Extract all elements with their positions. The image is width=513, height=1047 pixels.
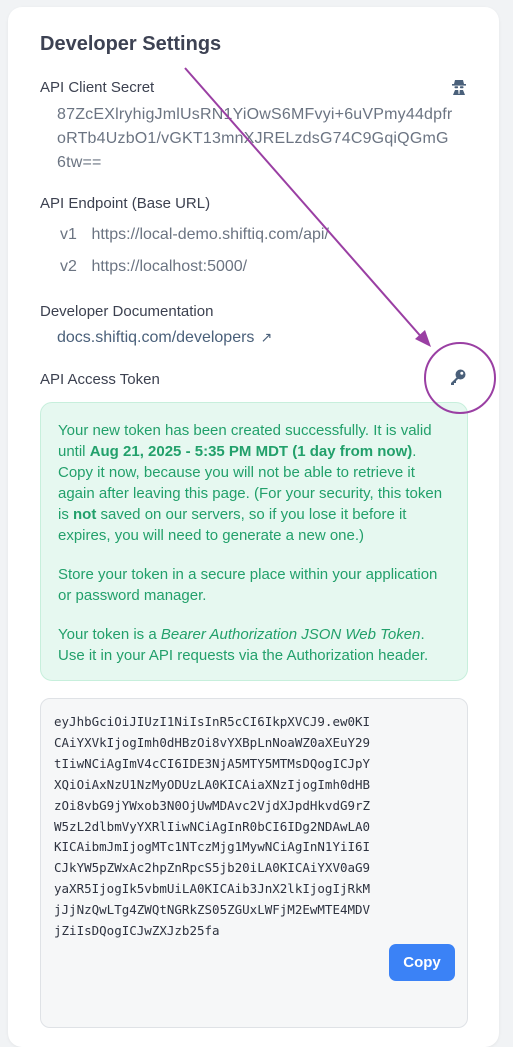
token-store-message: Store your token in a secure place withi… [58, 566, 438, 604]
token-type-message: Your token is a Bearer Authorization JSO… [58, 626, 429, 664]
endpoint-url: https://localhost:5000/ [91, 258, 248, 275]
docs-link-text[interactable]: docs.shiftiq.com/developers [57, 329, 254, 346]
endpoint-url: https://local-demo.shiftiq.com/api/ [91, 226, 329, 243]
token-valid-message: Your new token has been created successf… [58, 422, 443, 544]
docs-link[interactable]: docs.shiftiq.com/developers ↗ [57, 329, 272, 347]
token-label: API Access Token [40, 371, 160, 388]
secret-agent-icon[interactable] [448, 76, 470, 98]
docs-label: Developer Documentation [40, 303, 214, 320]
endpoint-version: v2 [60, 258, 77, 275]
endpoint-row-v2: v2 https://localhost:5000/ [60, 258, 247, 276]
client-secret-label: API Client Secret [40, 79, 155, 96]
token-type: Bearer Authorization JSON Web Token [160, 626, 421, 643]
key-icon[interactable] [447, 366, 469, 388]
endpoint-row-v1: v1 https://local-demo.shiftiq.com/api/ [60, 226, 329, 244]
token-success-alert: Your new token has been created successf… [40, 402, 468, 681]
client-secret-value: 87ZcEXlryhigJmlUsRN1YiOwS6MFvyi+6uVPmy44… [57, 106, 453, 171]
token-value[interactable]: eyJhbGciOiJIUzI1NiIsInR5cCI6IkpXVCJ9.ew0… [54, 712, 376, 942]
token-expiry: Aug 21, 2025 - 5:35 PM MDT (1 day from n… [89, 443, 413, 460]
external-link-icon: ↗ [260, 329, 273, 345]
endpoint-version: v1 [60, 226, 77, 243]
page-title: Developer Settings [40, 33, 222, 55]
copy-token-button[interactable]: Copy [389, 944, 455, 981]
endpoint-label: API Endpoint (Base URL) [40, 195, 211, 212]
